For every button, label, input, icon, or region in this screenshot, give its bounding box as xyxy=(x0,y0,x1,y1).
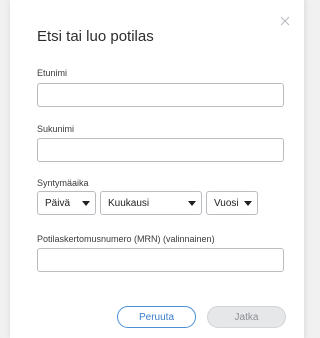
year-select-value: Vuosi xyxy=(214,197,239,209)
year-select[interactable]: Vuosi xyxy=(206,191,258,215)
mrn-label: Potilaskertomusnumero (MRN) (valinnainen… xyxy=(37,234,215,244)
mrn-field[interactable] xyxy=(37,248,284,272)
month-select[interactable]: Kuukausi xyxy=(100,191,202,215)
continue-button[interactable]: Jatka xyxy=(207,306,286,328)
cancel-button[interactable]: Peruuta xyxy=(117,306,196,328)
patient-dialog: Etsi tai luo potilas Etunimi Sukunimi Sy… xyxy=(10,0,305,338)
chevron-down-icon xyxy=(244,201,252,206)
close-icon[interactable] xyxy=(278,14,292,28)
last-name-label: Sukunimi xyxy=(37,124,75,134)
last-name-field[interactable] xyxy=(37,138,284,162)
chevron-down-icon xyxy=(82,201,90,206)
dialog-title: Etsi tai luo potilas xyxy=(37,28,154,45)
day-select-value: Päivä xyxy=(45,197,71,209)
chevron-down-icon xyxy=(188,201,196,206)
month-select-value: Kuukausi xyxy=(108,197,150,209)
day-select[interactable]: Päivä xyxy=(37,191,96,215)
first-name-label: Etunimi xyxy=(37,68,68,78)
first-name-field[interactable] xyxy=(37,83,284,107)
dob-label: Syntymäaika xyxy=(37,178,89,188)
